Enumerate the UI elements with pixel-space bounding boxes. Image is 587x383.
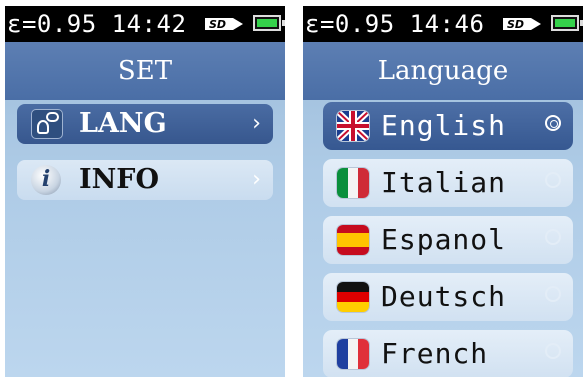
info-icon: i	[31, 165, 61, 195]
menu-item-lang[interactable]: LANG ›	[17, 104, 273, 144]
status-bar: ε=0.95 14:42 SD	[5, 6, 285, 42]
language-option-italian[interactable]: Italian	[323, 159, 573, 207]
germany-flag-icon	[337, 282, 369, 312]
radio-unselected-icon	[545, 343, 561, 359]
language-label: English	[381, 109, 507, 142]
menu-item-label: INFO	[79, 164, 159, 195]
status-text: ε=0.95 14:42	[7, 10, 187, 38]
italy-flag-icon	[337, 168, 369, 198]
sd-card-icon: SD	[203, 14, 247, 34]
menu-item-label: LANG	[79, 108, 167, 139]
chevron-right-icon: ›	[249, 167, 263, 192]
language-label: Deutsch	[381, 280, 507, 313]
language-screen: ε=0.95 14:46 SD Language English Italian	[303, 6, 583, 377]
radio-unselected-icon	[545, 229, 561, 245]
france-flag-icon	[337, 339, 369, 369]
language-label: Italian	[381, 166, 507, 199]
radio-selected-icon	[545, 115, 561, 131]
status-bar: ε=0.95 14:46 SD	[303, 6, 583, 42]
sd-card-icon: SD	[501, 14, 545, 34]
language-icon	[31, 109, 63, 139]
language-option-french[interactable]: French	[323, 330, 573, 377]
settings-screen: ε=0.95 14:42 SD SET LANG › i INFO ›	[5, 6, 285, 377]
svg-text:SD: SD	[209, 18, 226, 31]
spain-flag-icon	[337, 225, 369, 255]
battery-icon	[551, 15, 583, 31]
battery-icon	[253, 15, 285, 31]
screen-title: SET	[5, 42, 285, 100]
chevron-right-icon: ›	[249, 111, 263, 136]
radio-unselected-icon	[545, 172, 561, 188]
svg-text:SD: SD	[507, 18, 524, 31]
language-option-espanol[interactable]: Espanol	[323, 216, 573, 264]
status-text: ε=0.95 14:46	[305, 10, 485, 38]
radio-unselected-icon	[545, 286, 561, 302]
menu-item-info[interactable]: i INFO ›	[17, 160, 273, 200]
uk-flag-icon	[337, 111, 369, 141]
language-label: Espanol	[381, 223, 507, 256]
language-option-english[interactable]: English	[323, 102, 573, 150]
language-label: French	[381, 337, 489, 370]
screen-title: Language	[303, 42, 583, 100]
language-option-deutsch[interactable]: Deutsch	[323, 273, 573, 321]
